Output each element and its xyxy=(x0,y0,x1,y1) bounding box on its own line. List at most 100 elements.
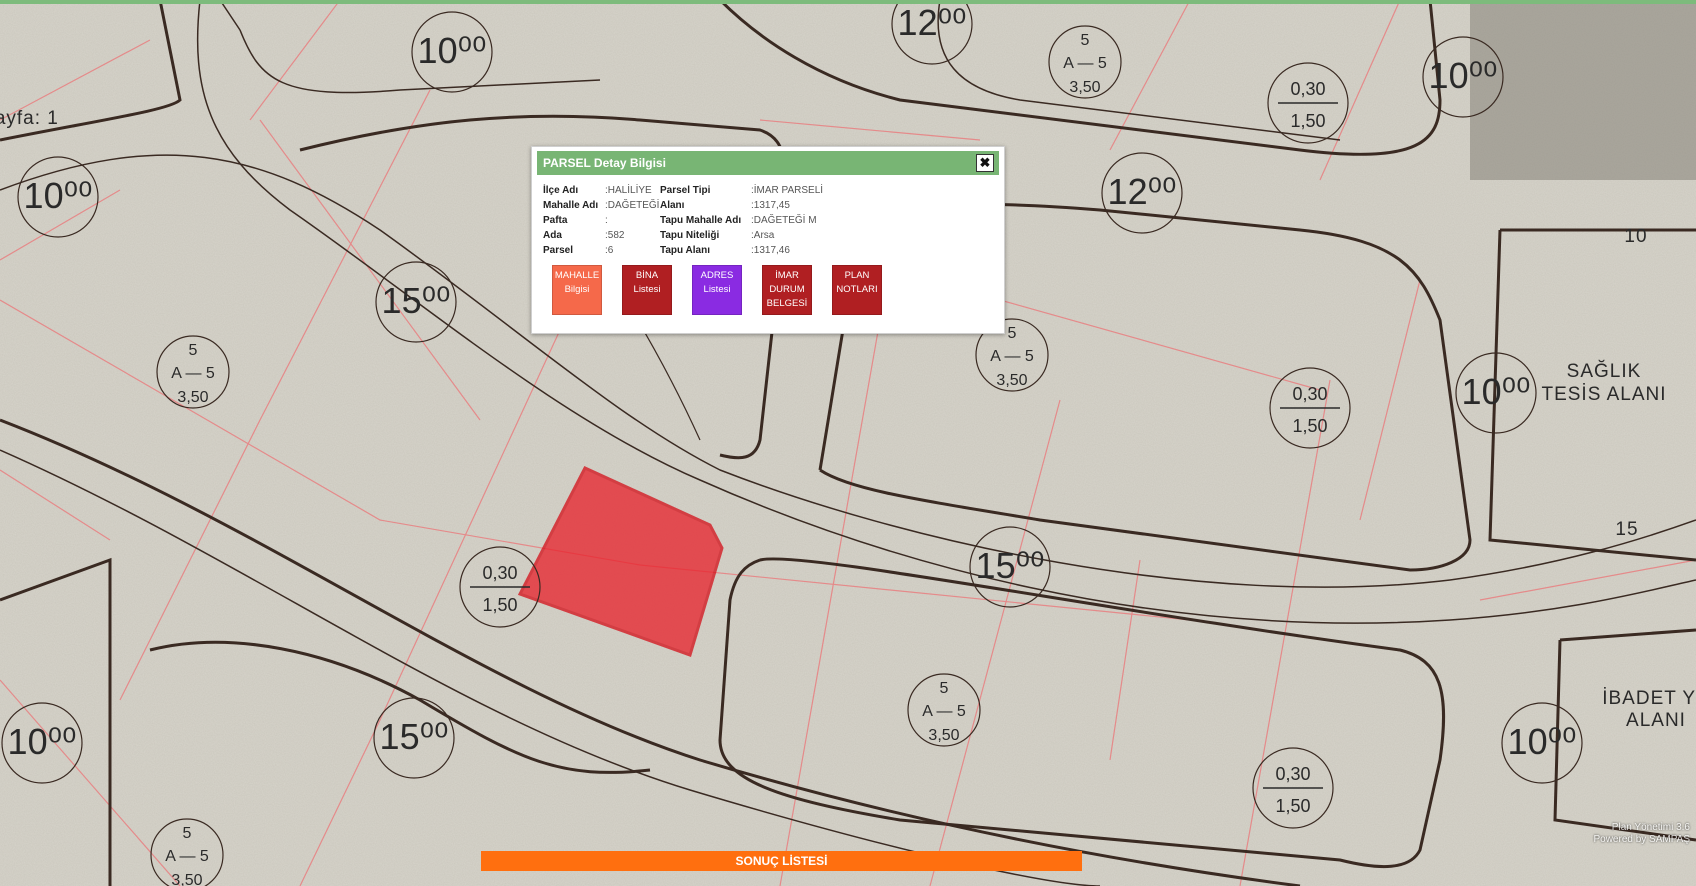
field-value: :582 xyxy=(605,230,625,241)
aform-bottom: 3,50 xyxy=(928,727,959,744)
aform-mid: A — 5 xyxy=(922,703,966,720)
footer-note: Plan Yönetimi 3.6 Powered by SAMPAŞ xyxy=(1593,822,1690,846)
plan-notlari-button[interactable]: PLAN NOTLARI xyxy=(832,265,882,315)
sonuc-listesi-button[interactable]: SONUÇ LİSTESİ xyxy=(481,851,1082,871)
parcel-detail-popup: PARSEL Detay Bilgisi ✖ İlçe Adı :HALİLİYE… xyxy=(531,146,1005,334)
field-value: :DAĞETEĞİ M xyxy=(751,215,817,226)
field-label: İlçe Adı xyxy=(543,185,579,196)
area-label: İBADET YE xyxy=(1602,688,1696,709)
fraction-bottom: 1,50 xyxy=(1292,416,1327,436)
aform-bottom: 3,50 xyxy=(177,389,208,406)
map-label: ALANI xyxy=(1626,710,1685,731)
field-label: Pafta xyxy=(543,215,568,226)
map-label: 10 xyxy=(1624,226,1647,247)
parcel-info-left: İlçe Adı :HALİLİYE Mahalle Adı:DAĞETEĞİ P… xyxy=(543,183,659,258)
footer-line: Plan Yönetimi 3.6 xyxy=(1611,822,1690,833)
button-label-line: PLAN xyxy=(844,270,870,281)
road-width-label: 15⁰⁰ xyxy=(380,716,449,757)
adres-listesi-button[interactable]: ADRES Listesi xyxy=(692,265,742,315)
close-button[interactable]: ✖ xyxy=(976,154,994,172)
road-width-label: 12⁰⁰ xyxy=(1108,171,1177,212)
fraction-bottom: 1,50 xyxy=(1275,796,1310,816)
road-width-label: 12⁰⁰ xyxy=(898,2,967,43)
field-label: Parsel xyxy=(543,245,574,256)
road-width-label: 10⁰⁰ xyxy=(1508,721,1577,762)
field-value: : xyxy=(605,215,608,226)
info-row-tapu-mahalle: Tapu Mahalle Adı :DAĞETEĞİ M xyxy=(660,213,823,228)
info-row-tapu-niteligi: Tapu Niteliği:Arsa xyxy=(660,228,823,243)
parcel-info-right: Parsel Tipi :İMAR PARSELİ Alanı :1317,45 T… xyxy=(660,183,823,258)
field-label: Parsel Tipi xyxy=(660,185,711,196)
aform-bottom: 3,50 xyxy=(1069,79,1100,96)
map-dark-patch xyxy=(1470,0,1696,180)
info-row-pafta: Pafta: xyxy=(543,213,659,228)
map-label: 15 xyxy=(1615,519,1638,540)
road-width-label: 10⁰⁰ xyxy=(418,30,487,71)
info-row-parsel-tipi: Parsel Tipi :İMAR PARSELİ xyxy=(660,183,823,198)
top-bar xyxy=(0,0,1696,4)
aform-top: 5 xyxy=(1008,325,1017,342)
fraction-top: 0,30 xyxy=(1275,764,1310,784)
road-width-label: 10⁰⁰ xyxy=(1429,55,1498,96)
footer-line: Powered by SAMPAŞ xyxy=(1593,834,1690,845)
road-width-label: 10⁰⁰ xyxy=(24,175,93,216)
info-row-parsel: Parsel:6 xyxy=(543,243,659,258)
road-width-label: 10⁰⁰ xyxy=(8,721,77,762)
field-label: Alanı xyxy=(660,200,685,211)
info-row-tapu-alani: Tapu Alanı :1317,46 xyxy=(660,243,823,258)
aform-mid: A — 5 xyxy=(990,348,1034,365)
info-row-ilce: İlçe Adı :HALİLİYE xyxy=(543,183,659,198)
aform-mid: A — 5 xyxy=(165,848,209,865)
mahalle-bilgisi-button[interactable]: MAHALLE Bilgisi xyxy=(552,265,602,315)
area-label: SAĞLIK xyxy=(1567,360,1642,382)
field-label: Mahalle Adı xyxy=(543,200,599,211)
fraction-bottom: 1,50 xyxy=(1290,111,1325,131)
imar-durum-belgesi-button[interactable]: İMAR DURUM BELGESİ xyxy=(762,265,812,315)
zoning-map[interactable]: 10⁰⁰ 10⁰⁰ 12⁰⁰ 12⁰⁰ 15⁰⁰ 15⁰⁰ 15⁰⁰ 10⁰⁰ 10⁰⁰ 10⁰⁰… xyxy=(0,0,1696,886)
aform-top: 5 xyxy=(189,342,198,359)
close-icon: ✖ xyxy=(979,155,991,170)
button-label-line: Listesi xyxy=(633,284,661,295)
area-label: 10 xyxy=(1624,226,1647,247)
info-row-mahalle: Mahalle Adı:DAĞETEĞİ xyxy=(543,198,659,213)
button-label-line: MAHALLE xyxy=(554,270,600,281)
button-label-line: İMAR xyxy=(775,270,799,281)
button-label-line: Listesi xyxy=(703,284,731,295)
fraction-top: 0,30 xyxy=(1292,384,1327,404)
area-label: TESİS ALANI xyxy=(1541,384,1666,405)
info-row-ada: Ada:582 xyxy=(543,228,659,243)
button-label-line: Bilgisi xyxy=(564,284,590,295)
area-label: 15 xyxy=(1615,519,1638,540)
map-label: İBADET YE xyxy=(1602,688,1696,709)
bina-listesi-button[interactable]: BİNA Listesi xyxy=(622,265,672,315)
fraction-bottom: 1,50 xyxy=(482,595,517,615)
fraction-top: 0,30 xyxy=(1290,79,1325,99)
field-value: :İMAR PARSELİ xyxy=(751,185,824,196)
area-label: Sayfa: 1 xyxy=(0,108,59,129)
button-label-line: BELGESİ xyxy=(766,298,808,309)
aform-top: 5 xyxy=(1081,32,1090,49)
road-width-label: 15⁰⁰ xyxy=(382,280,451,321)
field-label: Tapu Mahalle Adı xyxy=(660,215,742,226)
map-label: TESİS ALANI xyxy=(1541,384,1666,405)
aform-bottom: 3,50 xyxy=(996,372,1027,389)
aform-bottom: 3,50 xyxy=(171,872,202,886)
aform-mid: A — 5 xyxy=(1063,55,1107,72)
field-label: Tapu Alanı xyxy=(660,245,710,256)
field-value: :HALİLİYE xyxy=(605,185,652,196)
field-value: :1317,45 xyxy=(751,200,790,211)
road-width-label: 15⁰⁰ xyxy=(976,545,1045,586)
info-row-alani: Alanı :1317,45 xyxy=(660,198,823,213)
road-width-label: 10⁰⁰ xyxy=(1462,371,1531,412)
map-label: Sayfa: 1 xyxy=(0,108,59,129)
map-label: SAĞLIK xyxy=(1567,360,1642,382)
button-label-line: ADRES xyxy=(700,270,734,281)
button-label-line: DURUM xyxy=(769,284,805,295)
popup-header: PARSEL Detay Bilgisi ✖ xyxy=(537,151,999,175)
field-value: :1317,46 xyxy=(751,245,790,256)
button-label-line: NOTLARI xyxy=(836,284,878,295)
aform-mid: A — 5 xyxy=(171,365,215,382)
popup-title: PARSEL Detay Bilgisi xyxy=(543,156,666,170)
button-label-line: BİNA xyxy=(635,270,659,281)
field-label: Tapu Niteliği xyxy=(660,230,720,241)
